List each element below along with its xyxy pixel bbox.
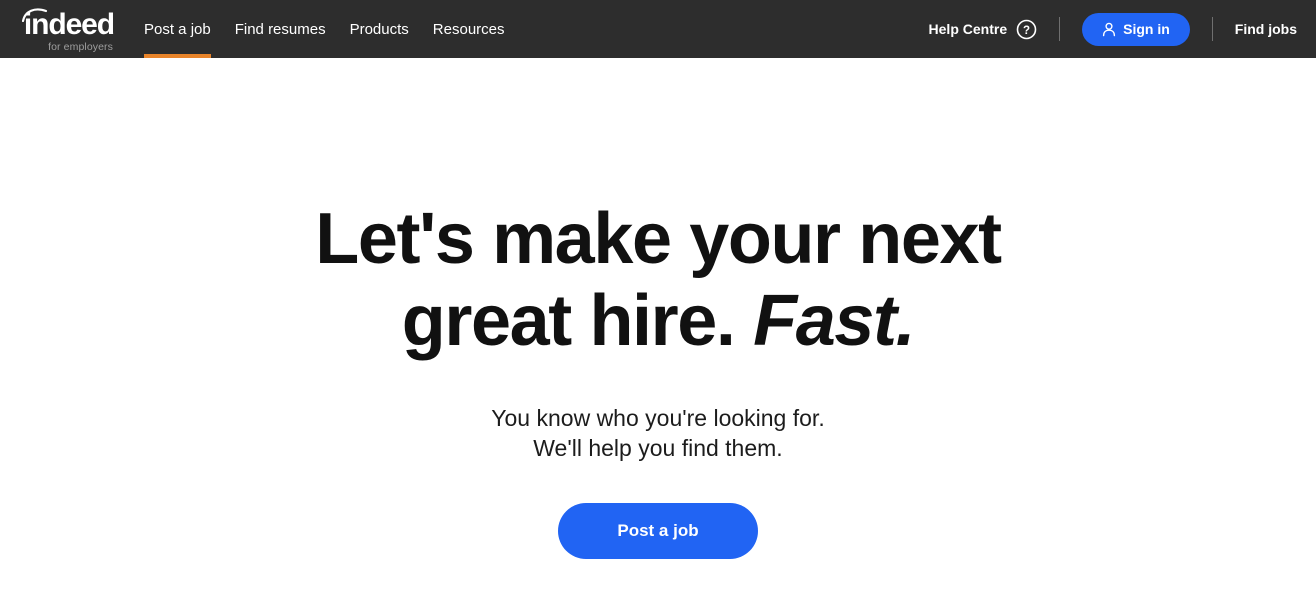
page-title: Let's make your next great hire. Fast. (278, 198, 1038, 362)
question-mark-circle-icon[interactable]: ? (1016, 19, 1037, 40)
help-centre-label: Help Centre (929, 21, 1008, 37)
nav-item-resources[interactable]: Resources (421, 0, 517, 58)
person-icon (1102, 22, 1116, 37)
post-a-job-button[interactable]: Post a job (558, 503, 758, 559)
headline-line-1: Let's make your next (315, 199, 1000, 279)
help-centre-link[interactable]: Help Centre ? (929, 19, 1038, 40)
headline-line-2-italic: Fast. (753, 281, 914, 361)
subheading-line-1: You know who you're looking for. (491, 405, 824, 431)
hero-subheading: You know who you're looking for. We'll h… (491, 403, 824, 463)
brand-wordmark-text: indeed (24, 8, 114, 41)
sign-in-label: Sign in (1123, 21, 1170, 37)
site-header: indeed for employers Post a job Find res… (0, 0, 1316, 58)
svg-text:?: ? (1023, 25, 1030, 37)
header-divider-left (1059, 17, 1060, 41)
nav-item-label: Find resumes (235, 21, 326, 38)
nav-item-label: Resources (433, 21, 505, 38)
nav-item-label: Post a job (144, 21, 211, 38)
brand-wordmark: indeed (20, 10, 114, 40)
headline-line-2-plain: great hire. (402, 281, 735, 361)
sign-in-button[interactable]: Sign in (1082, 13, 1190, 46)
find-jobs-link[interactable]: Find jobs (1235, 21, 1300, 37)
nav-item-label: Products (350, 21, 409, 38)
nav-item-post-a-job[interactable]: Post a job (132, 0, 223, 58)
subheading-line-2: We'll help you find them. (533, 435, 782, 461)
header-divider-right (1212, 17, 1213, 41)
hero-section: Let's make your next great hire. Fast. Y… (0, 58, 1316, 591)
indeed-logo[interactable]: indeed for employers (2, 6, 114, 53)
primary-nav: Post a job Find resumes Products Resourc… (132, 0, 517, 58)
header-actions: Help Centre ? Sign in Find jobs (929, 13, 1300, 46)
brand-tagline: for employers (48, 41, 113, 53)
nav-item-find-resumes[interactable]: Find resumes (223, 0, 338, 58)
nav-item-products[interactable]: Products (338, 0, 421, 58)
